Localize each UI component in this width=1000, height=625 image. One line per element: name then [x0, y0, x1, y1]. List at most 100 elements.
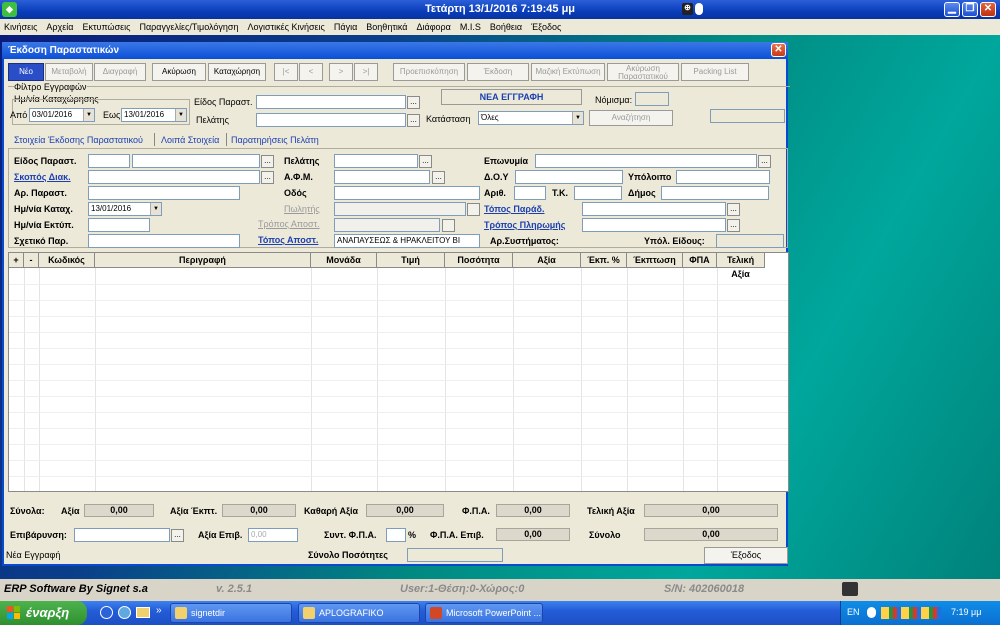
search-button[interactable]: Αναζήτηση — [589, 110, 673, 126]
menu-item-mis[interactable]: M.I.S — [460, 22, 481, 32]
tray-icons[interactable] — [881, 607, 941, 619]
col-quantity[interactable]: Ποσότητα — [445, 253, 513, 267]
date-to-picker[interactable]: 13/01/2016 ▼ — [121, 108, 187, 122]
postcode-input[interactable] — [574, 186, 622, 200]
col-discount[interactable]: Έκπτωση — [627, 253, 683, 267]
help-icon[interactable] — [867, 607, 876, 618]
language-indicator[interactable]: EN — [847, 607, 860, 617]
menu-item-kiniseis[interactable]: Κινήσεις — [4, 22, 37, 32]
filter-doctype-input[interactable] — [256, 95, 406, 109]
street-input[interactable] — [334, 186, 480, 200]
seller-link[interactable]: Πωλητής — [284, 204, 320, 214]
edit-button[interactable]: Μεταβολή — [45, 63, 93, 81]
ship-method-link[interactable]: Τρόπος Αποστ. — [258, 219, 320, 229]
afm-lookup-button[interactable]: ... — [432, 171, 445, 184]
ship-place-input[interactable]: ΑΝΑΠΑΥΣΕΩΣ & ΗΡΑΚΛΕΙΤΟΥ ΒΙ — [334, 234, 480, 248]
filter-customer-lookup-button[interactable]: ... — [407, 114, 420, 127]
window-close-button[interactable]: ✕ — [771, 43, 786, 57]
menu-item-ektyposeis[interactable]: Εκτυπώσεις — [82, 22, 130, 32]
col-value[interactable]: Αξία — [513, 253, 581, 267]
doctype-name-input[interactable] — [132, 154, 260, 168]
browser-icon[interactable] — [118, 606, 131, 619]
task-powerpoint[interactable]: Microsoft PowerPoint ... — [425, 603, 543, 623]
number-input[interactable] — [514, 186, 546, 200]
folder-icon[interactable] — [136, 607, 150, 618]
vat-rate-input[interactable] — [386, 528, 406, 542]
delete-button[interactable]: Διαγραφή — [94, 63, 146, 81]
company-name-lookup-button[interactable]: ... — [758, 155, 771, 168]
menu-item-voitheia[interactable]: Βοήθεια — [490, 22, 522, 32]
delivery-place-link[interactable]: Τόπος Παράδ. — [484, 204, 545, 214]
purpose-link[interactable]: Σκοπός Διακ. — [14, 172, 71, 182]
payment-method-link[interactable]: Τρόπος Πληρωμής — [484, 220, 566, 230]
new-button[interactable]: Νέο — [8, 63, 44, 81]
col-unit[interactable]: Μονάδα — [311, 253, 377, 267]
delivery-place-input[interactable] — [582, 202, 726, 216]
start-button[interactable]: έναρξη — [0, 601, 87, 625]
related-input[interactable] — [88, 234, 240, 248]
bulk-print-button[interactable]: Μαζική Εκτύπωση — [531, 63, 605, 81]
filter-customer-input[interactable] — [256, 113, 406, 127]
currency-field[interactable] — [635, 92, 669, 106]
docno-input[interactable] — [88, 186, 240, 200]
doctype-code-input[interactable] — [88, 154, 130, 168]
last-record-button[interactable]: >| — [354, 63, 378, 81]
menu-item-exodos[interactable]: Έξοδος — [531, 22, 561, 32]
filter-doctype-lookup-button[interactable]: ... — [407, 96, 420, 109]
items-grid[interactable]: + - Κωδικός Περιγραφή Μονάδα Τιμή Ποσότη… — [8, 252, 789, 492]
minimize-button[interactable]: ▁ — [944, 2, 960, 17]
doy-input[interactable] — [515, 170, 623, 184]
cancel-button[interactable]: Ακύρωση — [152, 63, 206, 81]
task-signetdir[interactable]: signetdir — [170, 603, 292, 623]
col-price[interactable]: Τιμή — [377, 253, 445, 267]
menu-item-paraggelies[interactable]: Παραγγελίες/Τιμολόγηση — [139, 22, 238, 32]
next-record-button[interactable]: > — [329, 63, 353, 81]
tab-document-details[interactable]: Στοιχεία Έκδοσης Παραστατικού — [14, 135, 143, 145]
col-description[interactable]: Περιγραφή — [95, 253, 311, 267]
menu-item-voithitika[interactable]: Βοηθητικά — [366, 22, 407, 32]
ship-place-link[interactable]: Τόπος Αποστ. — [258, 235, 318, 245]
ie-icon[interactable] — [100, 606, 113, 619]
exit-button[interactable]: Έξοδος — [704, 547, 788, 564]
delivery-place-lookup-button[interactable]: ... — [727, 203, 740, 216]
task-aplografiko[interactable]: APLOGRAFIKO — [298, 603, 420, 623]
seller-lookup-button[interactable] — [467, 203, 480, 216]
menu-item-diafora[interactable]: Διάφορα — [416, 22, 450, 32]
purpose-lookup-button[interactable]: ... — [261, 171, 274, 184]
payment-method-input[interactable] — [582, 218, 726, 232]
customer-lookup-button[interactable]: ... — [419, 155, 432, 168]
charge-lookup-button[interactable]: ... — [171, 529, 184, 542]
charge-input[interactable] — [74, 528, 170, 542]
col-vat[interactable]: ΦΠΑ — [683, 253, 717, 267]
ship-method-input[interactable] — [334, 218, 440, 232]
tab-customer-notes[interactable]: Παρατηρήσεις Πελάτη — [231, 135, 319, 145]
col-discount-pct[interactable]: Έκπ. % — [581, 253, 627, 267]
close-button[interactable]: ✕ — [980, 2, 996, 17]
doctype-lookup-button[interactable]: ... — [261, 155, 274, 168]
add-row-button[interactable]: + — [9, 253, 24, 267]
printdate-input[interactable] — [88, 218, 150, 232]
tab-other-details[interactable]: Λοιπά Στοιχεία — [161, 135, 219, 145]
ship-method-lookup-button[interactable] — [442, 219, 455, 232]
remove-row-button[interactable]: - — [24, 253, 39, 267]
company-name-input[interactable] — [535, 154, 757, 168]
first-record-button[interactable]: |< — [274, 63, 298, 81]
print-button[interactable]: Έκδοση — [467, 63, 529, 81]
municipality-input[interactable] — [661, 186, 769, 200]
menu-item-pagia[interactable]: Πάγια — [334, 22, 357, 32]
restore-button[interactable]: ❐ — [962, 2, 978, 17]
regdate-picker[interactable]: 13/01/2016 ▼ — [88, 202, 162, 216]
cancel-document-button[interactable]: Ακύρωση Παραστατικού — [607, 63, 679, 81]
charge-value-input[interactable]: 0,00 — [248, 528, 298, 542]
menu-item-logistikes[interactable]: Λογιστικές Κινήσεις — [248, 22, 325, 32]
packing-list-button[interactable]: Packing List — [681, 63, 749, 81]
col-final-value[interactable]: Τελική Αξία — [717, 253, 765, 279]
customer-input[interactable] — [334, 154, 418, 168]
status-select[interactable]: Όλες ▼ — [478, 111, 584, 125]
preview-button[interactable]: Προεπισκόπηση — [393, 63, 465, 81]
date-from-picker[interactable]: 03/01/2016 ▼ — [29, 108, 95, 122]
payment-method-lookup-button[interactable]: ... — [727, 219, 740, 232]
seller-input[interactable] — [334, 202, 466, 216]
purpose-input[interactable] — [88, 170, 260, 184]
menu-item-arxeia[interactable]: Αρχεία — [46, 22, 73, 32]
